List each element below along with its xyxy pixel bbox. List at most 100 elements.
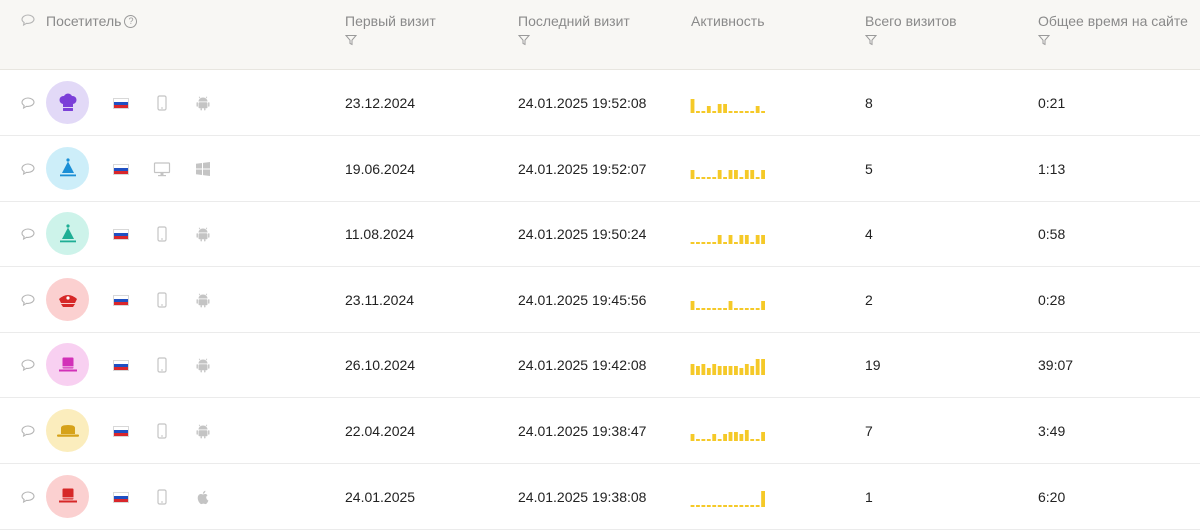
comment-icon[interactable] <box>21 294 35 306</box>
filter-icon[interactable] <box>865 34 877 46</box>
activity-bar <box>755 307 760 310</box>
activity-bar <box>701 439 706 441</box>
header-total-time[interactable]: Общее время на сайте <box>1038 13 1188 46</box>
avatar[interactable] <box>46 343 89 387</box>
smartphone-icon <box>153 356 171 374</box>
activity-bar <box>701 242 706 245</box>
header-first-visit[interactable]: Первый визит <box>345 13 436 46</box>
activity-bar <box>755 235 760 245</box>
activity-bar <box>739 307 744 310</box>
activity-bar <box>744 235 749 245</box>
activity-bar <box>744 504 749 507</box>
total-visits-cell: 8 <box>865 95 873 111</box>
top-hat-icon <box>56 485 80 507</box>
activity-bar <box>696 111 700 113</box>
comment-icon[interactable] <box>21 163 35 175</box>
fedora-hat-icon <box>55 420 81 442</box>
activity-bar <box>744 307 749 310</box>
activity-bar <box>744 364 749 376</box>
activity-bar <box>701 176 706 179</box>
header-total-visits[interactable]: Всего визитов <box>865 13 957 46</box>
filter-icon[interactable] <box>1038 34 1050 46</box>
russia-flag-icon <box>113 98 129 109</box>
table-row[interactable]: 24.01.2025 24.01.2025 19:38:08 1 6:20 <box>0 464 1200 530</box>
activity-bar <box>728 366 733 376</box>
activity-bar <box>755 176 760 179</box>
activity-bar <box>734 111 738 113</box>
russia-flag-icon <box>113 163 129 175</box>
total-visits-cell: 5 <box>865 160 873 177</box>
activity-bar <box>706 242 711 245</box>
comment-icon[interactable] <box>21 359 35 372</box>
activity-bar <box>696 242 700 245</box>
first-visit-cell: 22.04.2024 <box>345 423 416 439</box>
last-visit-cell: 24.01.2025 19:38:47 <box>518 423 647 439</box>
total-visits-cell: 4 <box>865 226 873 243</box>
header-last-visit[interactable]: Последний визит <box>518 13 630 46</box>
first-visit-cell: 24.01.2025 <box>345 488 416 505</box>
activity-bar <box>744 169 749 179</box>
avatar[interactable] <box>46 212 89 256</box>
table-row[interactable]: 22.04.2024 24.01.2025 19:38:47 7 3:49 <box>0 398 1200 464</box>
smartphone-icon <box>153 291 171 309</box>
activity-bar <box>701 307 706 310</box>
android-icon <box>194 225 212 243</box>
total-visits-cell: 7 <box>865 423 873 439</box>
table-row[interactable]: 23.11.2024 24.01.2025 19:45:56 2 0:28 <box>0 267 1200 333</box>
filter-icon[interactable] <box>345 34 357 46</box>
activity-bar <box>696 307 700 310</box>
activity-bar <box>696 504 700 507</box>
activity-sparkline <box>690 300 765 310</box>
activity-bar <box>761 169 765 179</box>
table-row[interactable]: 23.12.2024 24.01.2025 19:52:08 8 0:21 <box>0 70 1200 136</box>
filter-icon[interactable] <box>518 34 530 46</box>
header-last-visit-label: Последний визит <box>518 13 630 29</box>
activity-bar <box>761 235 765 245</box>
table-row[interactable]: 26.10.2024 24.01.2025 19:42:08 19 39:07 <box>0 332 1200 399</box>
activity-bar <box>739 111 744 113</box>
activity-bar <box>717 104 722 113</box>
activity-bar <box>717 504 722 507</box>
header-total-visits-label: Всего визитов <box>865 13 957 29</box>
total-time-cell: 1:13 <box>1038 160 1066 177</box>
activity-bar <box>734 366 738 376</box>
avatar[interactable] <box>46 146 89 190</box>
activity-bar <box>690 99 695 113</box>
activity-bar <box>706 368 711 376</box>
activity-bar <box>696 439 700 441</box>
activity-bar <box>701 364 706 376</box>
activity-bar <box>712 434 717 441</box>
avatar[interactable] <box>46 81 89 124</box>
android-icon <box>194 291 212 309</box>
desktop-icon <box>153 160 171 178</box>
captain-hat-icon <box>56 288 80 310</box>
activity-bar <box>739 368 744 376</box>
header-visitor[interactable]: Посетитель ? <box>46 13 138 29</box>
last-visit-cell: 24.01.2025 19:52:07 <box>518 160 647 177</box>
avatar[interactable] <box>46 409 89 452</box>
comment-icon[interactable] <box>21 491 35 503</box>
activity-bar <box>750 169 755 179</box>
help-icon[interactable]: ? <box>124 14 138 28</box>
activity-sparkline <box>690 235 765 245</box>
total-visits-cell: 19 <box>865 357 881 374</box>
avatar[interactable] <box>46 277 89 321</box>
table-row[interactable]: 11.08.2024 24.01.2025 19:50:24 4 0:58 <box>0 201 1200 268</box>
total-time-cell: 39:07 <box>1038 357 1074 374</box>
last-visit-cell: 24.01.2025 19:45:56 <box>518 291 647 308</box>
total-visits-cell: 1 <box>865 488 873 505</box>
comment-icon[interactable] <box>21 14 35 26</box>
activity-bar <box>717 307 722 310</box>
comment-icon[interactable] <box>21 228 35 241</box>
total-time-cell: 0:28 <box>1038 291 1066 308</box>
avatar[interactable] <box>46 474 89 518</box>
table-row[interactable]: 19.06.2024 24.01.2025 19:52:07 5 1:13 <box>0 136 1200 202</box>
activity-bar <box>717 439 722 441</box>
comment-icon[interactable] <box>21 425 35 437</box>
activity-bar <box>739 176 744 179</box>
total-time-cell: 0:21 <box>1038 95 1066 111</box>
comment-icon[interactable] <box>21 97 35 109</box>
activity-bar <box>712 504 717 507</box>
activity-bar <box>717 366 722 376</box>
first-visit-cell: 23.11.2024 <box>345 291 415 308</box>
